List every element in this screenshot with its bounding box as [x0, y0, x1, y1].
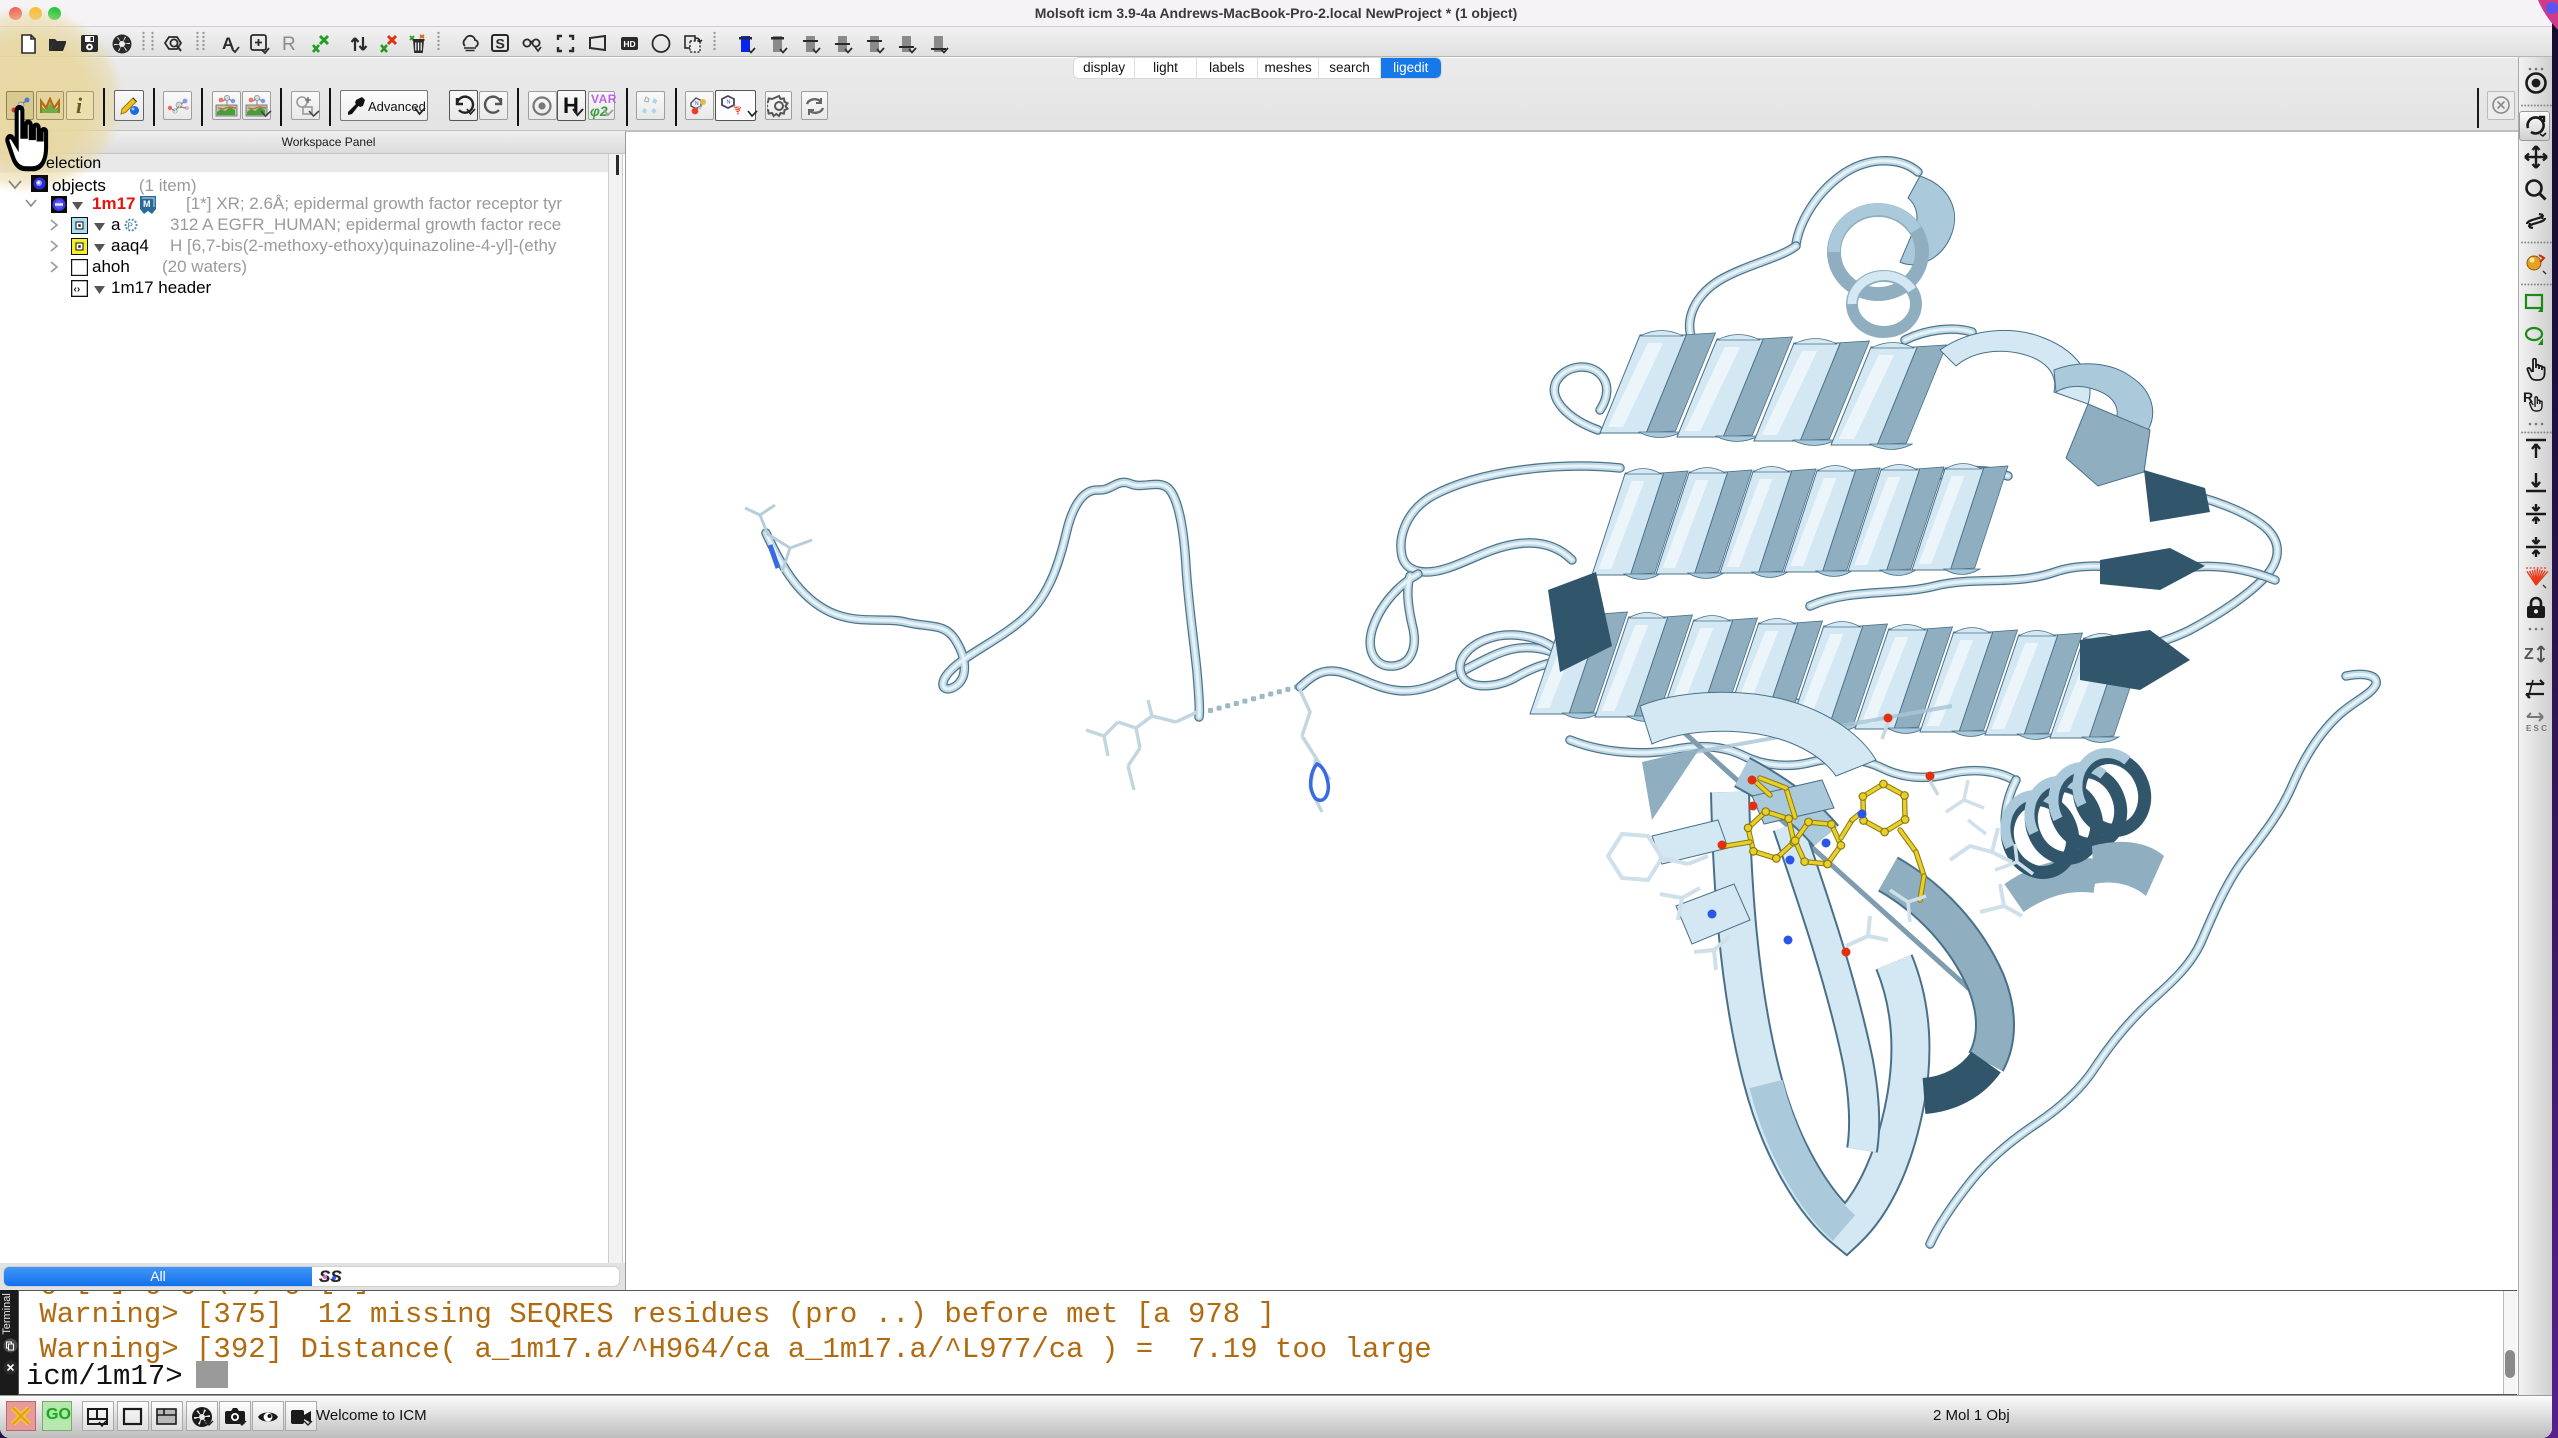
svg-text:HD: HD [623, 39, 635, 49]
svg-text:Z: Z [2524, 646, 2534, 663]
svg-text:i: i [76, 95, 83, 117]
svg-text:S: S [496, 36, 505, 52]
svg-text:N: N [727, 100, 731, 106]
svg-text:E S C: E S C [2526, 724, 2547, 733]
svg-text:‹›: ‹› [74, 284, 81, 295]
svg-text:N: N [695, 101, 699, 107]
svg-text:P: P [128, 222, 133, 231]
svg-text:SS: SS [319, 1267, 342, 1286]
svg-text:M: M [143, 199, 151, 209]
svg-text:R: R [282, 34, 296, 54]
